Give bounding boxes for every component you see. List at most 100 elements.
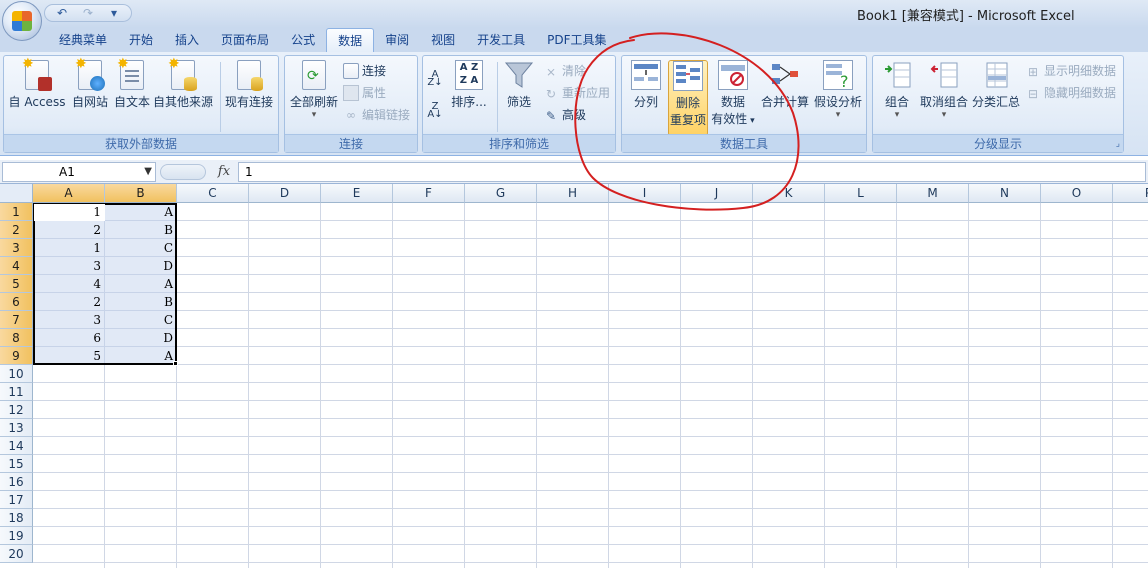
tab-data[interactable]: 数据 [326, 28, 375, 52]
consolidate-button[interactable]: 合并计算 [760, 60, 810, 110]
from-other-sources-button[interactable]: ✸ 自其他来源 [152, 57, 214, 110]
cell-b6[interactable]: B [105, 293, 176, 311]
ungroup-button[interactable]: 取消组合 ▾ [919, 60, 969, 120]
customize-qat-button[interactable]: ▾ [103, 6, 125, 20]
row-header-9[interactable]: 9 [0, 347, 33, 365]
refresh-all-button[interactable]: ⟳ 全部刷新 ▾ [287, 60, 341, 120]
clear-filter-button[interactable]: ⨯ 清除 [543, 62, 586, 80]
cell-a6[interactable]: 2 [33, 293, 104, 311]
tab-home[interactable]: 开始 [118, 28, 164, 52]
column-header-h[interactable]: H [537, 184, 609, 203]
tab-page-layout[interactable]: 页面布局 [210, 28, 280, 52]
column-header-p[interactable]: P [1113, 184, 1148, 203]
column-header-k[interactable]: K [753, 184, 825, 203]
edit-links-button[interactable]: ∞ 编辑链接 [343, 106, 410, 124]
cell-b4[interactable]: D [105, 257, 176, 275]
row-header-7[interactable]: 7 [0, 311, 33, 329]
cell-a5[interactable]: 4 [33, 275, 104, 293]
show-detail-button[interactable]: ⊞ 显示明细数据 [1025, 62, 1116, 80]
cell-b8[interactable]: D [105, 329, 176, 347]
column-header-b[interactable]: B [105, 184, 177, 203]
row-header-11[interactable]: 11 [0, 383, 33, 401]
data-validation-button[interactable]: 数据 有效性 ▾ [710, 60, 756, 127]
cell-a7[interactable]: 3 [33, 311, 104, 329]
column-header-i[interactable]: I [609, 184, 681, 203]
row-header-20[interactable]: 20 [0, 545, 33, 563]
cell-b7[interactable]: C [105, 311, 176, 329]
column-header-e[interactable]: E [321, 184, 393, 203]
remove-duplicates-button[interactable]: 删除 重复项 [668, 60, 708, 136]
group-button[interactable]: 组合 ▾ [877, 60, 917, 120]
insert-function-button[interactable]: fx [212, 162, 236, 182]
undo-button[interactable]: ↶ [51, 6, 73, 20]
formula-input[interactable]: 1 [238, 162, 1146, 182]
cell-a2[interactable]: 2 [33, 221, 104, 239]
tab-classic-menu[interactable]: 经典菜单 [48, 28, 118, 52]
column-header-d[interactable]: D [249, 184, 321, 203]
tab-formulas[interactable]: 公式 [280, 28, 326, 52]
cell-a9[interactable]: 5 [33, 347, 104, 365]
row-header-6[interactable]: 6 [0, 293, 33, 311]
office-button[interactable] [2, 1, 42, 41]
existing-connections-button[interactable]: 现有连接 [222, 60, 276, 110]
tab-view[interactable]: 视图 [420, 28, 466, 52]
row-header-16[interactable]: 16 [0, 473, 33, 491]
row-header-5[interactable]: 5 [0, 275, 33, 293]
what-if-analysis-button[interactable]: ? 假设分析 ▾ [812, 60, 864, 120]
hide-detail-button[interactable]: ⊟ 隐藏明细数据 [1025, 84, 1116, 102]
formula-bar-resize-handle[interactable] [160, 164, 206, 180]
row-header-18[interactable]: 18 [0, 509, 33, 527]
column-header-c[interactable]: C [177, 184, 249, 203]
worksheet-grid[interactable]: ABCDEFGHIJKLMNOP 12345678910111213141516… [0, 184, 1148, 568]
cell-a1[interactable]: 1 [33, 203, 104, 221]
column-header-j[interactable]: J [681, 184, 753, 203]
redo-button[interactable]: ↷ [77, 6, 99, 20]
cell-b1[interactable]: A [105, 203, 176, 221]
column-header-a[interactable]: A [33, 184, 105, 203]
sort-button[interactable]: A ZZ A 排序... [449, 60, 489, 110]
advanced-filter-button[interactable]: ✎ 高级 [543, 106, 586, 124]
from-web-button[interactable]: ✸ 自网站 [68, 57, 112, 110]
select-all-button[interactable] [0, 184, 33, 203]
row-header-15[interactable]: 15 [0, 455, 33, 473]
row-header-12[interactable]: 12 [0, 401, 33, 419]
row-header-3[interactable]: 3 [0, 239, 33, 257]
from-access-button[interactable]: ✸ 自 Access [8, 57, 66, 110]
properties-button[interactable]: 属性 [343, 84, 386, 102]
row-header-8[interactable]: 8 [0, 329, 33, 347]
column-header-g[interactable]: G [465, 184, 537, 203]
tab-pdf-tools[interactable]: PDF工具集 [536, 28, 617, 52]
row-header-10[interactable]: 10 [0, 365, 33, 383]
sort-ascending-button[interactable]: A Z↓ [427, 70, 443, 88]
connections-button[interactable]: 连接 [343, 62, 386, 80]
filter-button[interactable]: 筛选 [499, 60, 539, 110]
row-header-17[interactable]: 17 [0, 491, 33, 509]
row-header-2[interactable]: 2 [0, 221, 33, 239]
cell-a8[interactable]: 6 [33, 329, 104, 347]
column-header-l[interactable]: L [825, 184, 897, 203]
column-header-n[interactable]: N [969, 184, 1041, 203]
cell-b5[interactable]: A [105, 275, 176, 293]
cell-a4[interactable]: 3 [33, 257, 104, 275]
cell-b3[interactable]: C [105, 239, 176, 257]
column-header-o[interactable]: O [1041, 184, 1113, 203]
row-header-14[interactable]: 14 [0, 437, 33, 455]
fill-handle[interactable] [173, 361, 178, 366]
name-box[interactable]: A1 ▼ [2, 162, 156, 182]
column-header-f[interactable]: F [393, 184, 465, 203]
text-to-columns-button[interactable]: 分列 [626, 60, 666, 110]
sort-descending-button[interactable]: Z A↓ [427, 102, 443, 120]
row-header-19[interactable]: 19 [0, 527, 33, 545]
cell-a3[interactable]: 1 [33, 239, 104, 257]
reapply-button[interactable]: ↻ 重新应用 [543, 84, 610, 102]
row-header-4[interactable]: 4 [0, 257, 33, 275]
subtotal-button[interactable]: 分类汇总 [971, 60, 1021, 110]
tab-developer[interactable]: 开发工具 [466, 28, 536, 52]
tab-review[interactable]: 审阅 [374, 28, 420, 52]
column-header-m[interactable]: M [897, 184, 969, 203]
cell-b2[interactable]: B [105, 221, 176, 239]
row-header-13[interactable]: 13 [0, 419, 33, 437]
dialog-launcher-icon[interactable]: ⌟ [1116, 139, 1120, 149]
row-header-1[interactable]: 1 [0, 203, 33, 221]
cell-b9[interactable]: A [105, 347, 176, 365]
